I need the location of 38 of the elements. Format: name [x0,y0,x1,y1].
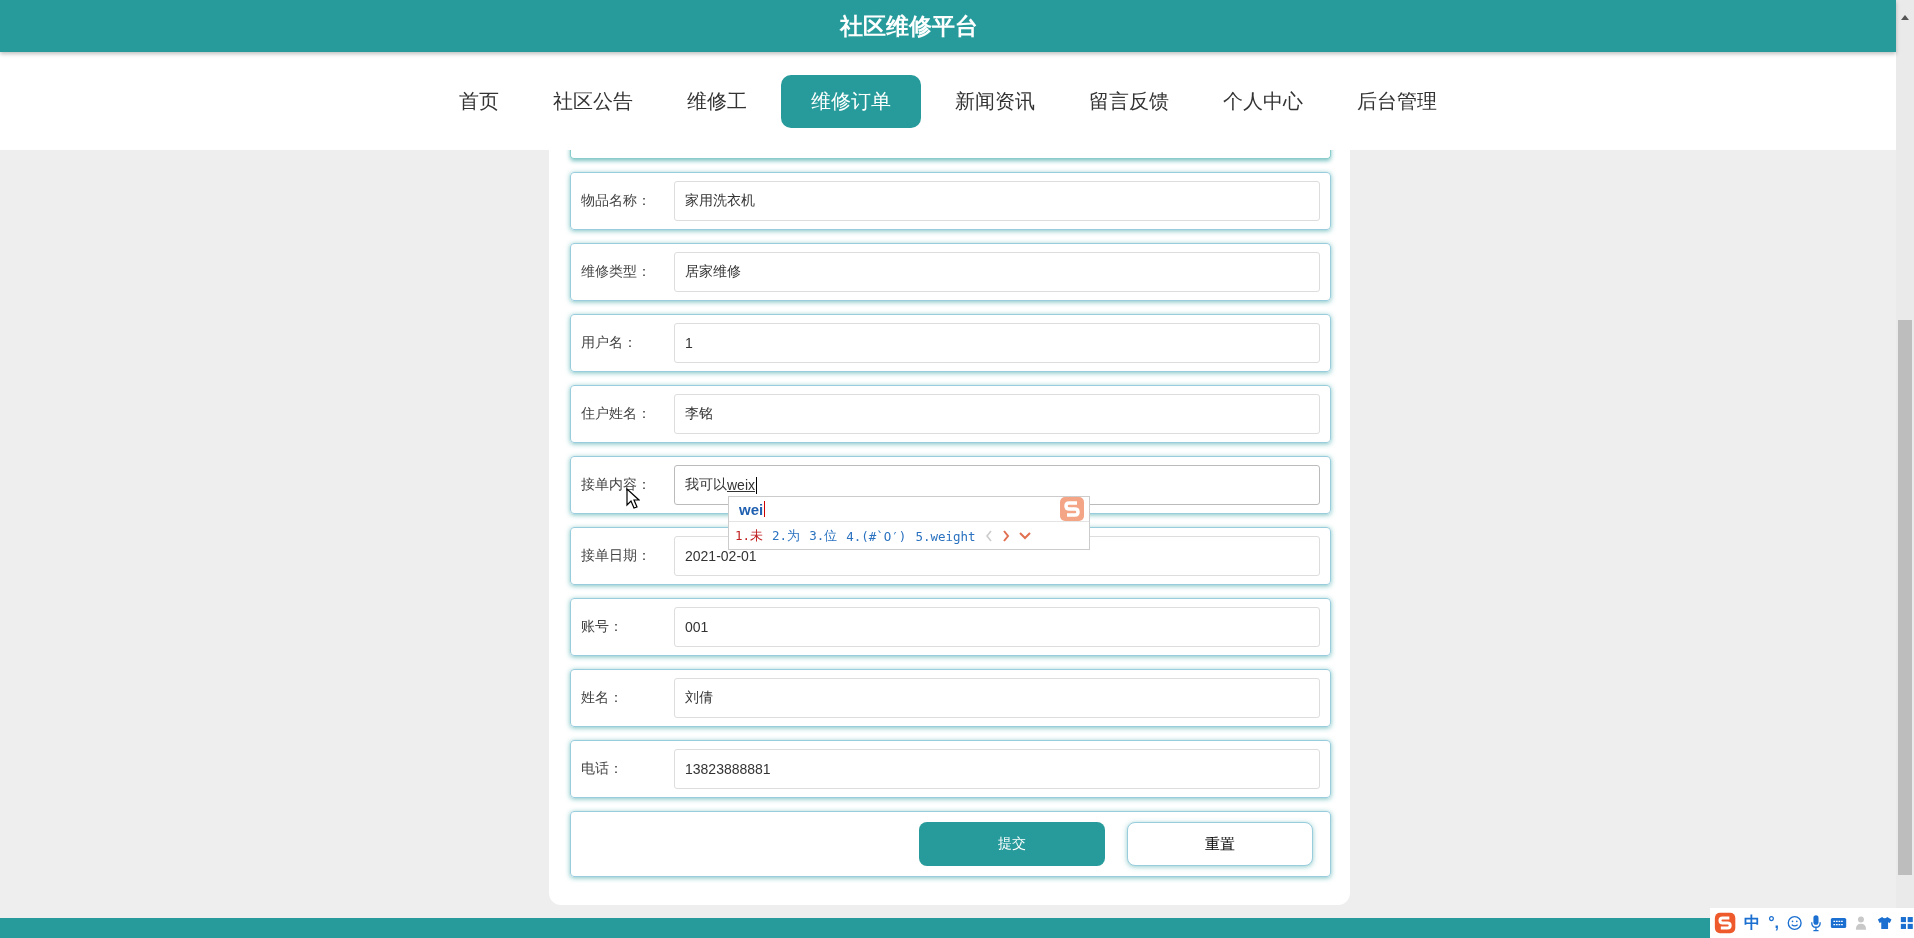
input-field[interactable]: 刘倩 [674,678,1320,718]
sogou-logo-icon[interactable] [1714,910,1737,936]
nav-tab[interactable]: 后台管理 [1337,74,1457,128]
input-field[interactable]: 13823888881 [674,749,1320,789]
keyboard-icon[interactable] [1830,916,1848,930]
field-label: 姓名： [581,689,624,707]
smiley-icon[interactable] [1787,914,1803,932]
field-label: 电话： [581,760,624,778]
field-label: 维修类型： [581,263,652,281]
input-field[interactable]: 居家维修 [674,252,1320,292]
nav-tab[interactable]: 留言反馈 [1069,74,1189,128]
reset-button[interactable]: 重置 [1127,822,1313,866]
microphone-icon[interactable] [1810,913,1823,933]
field-label: 接单内容： [581,476,652,494]
nav-tab[interactable]: 新闻资讯 [935,74,1055,128]
scroll-up-icon[interactable] [1901,14,1909,20]
expand-icon[interactable] [1018,532,1031,540]
input-field[interactable]: 李铭 [674,394,1320,434]
input-mode-toggle[interactable]: 中 [1744,912,1761,934]
nav-tab[interactable]: 维修工 [667,74,767,128]
input-field[interactable]: 001 [674,607,1320,647]
nav-tab[interactable]: 首页 [439,74,519,128]
grid-icon[interactable] [1900,915,1914,931]
field-label: 账号： [581,618,624,636]
field-label: 接单日期： [581,547,652,565]
shirt-icon[interactable] [1877,915,1893,931]
input-field[interactable]: 1 [674,323,1320,363]
next-page-icon[interactable] [1001,530,1010,542]
scrollbar-thumb[interactable] [1898,320,1912,875]
punctuation-toggle[interactable]: °, [1768,914,1779,932]
scrollbar[interactable] [1896,0,1914,908]
site-title: 社区维修平台 [840,11,978,41]
field-label: 用户名： [581,334,638,352]
field-label: 物品名称： [581,192,652,210]
input-field[interactable]: 家用洗衣机 [674,181,1320,221]
nav-tab[interactable]: 社区公告 [533,74,653,128]
field-label: 住户姓名： [581,405,652,423]
nav-tab[interactable]: 个人中心 [1203,74,1323,128]
